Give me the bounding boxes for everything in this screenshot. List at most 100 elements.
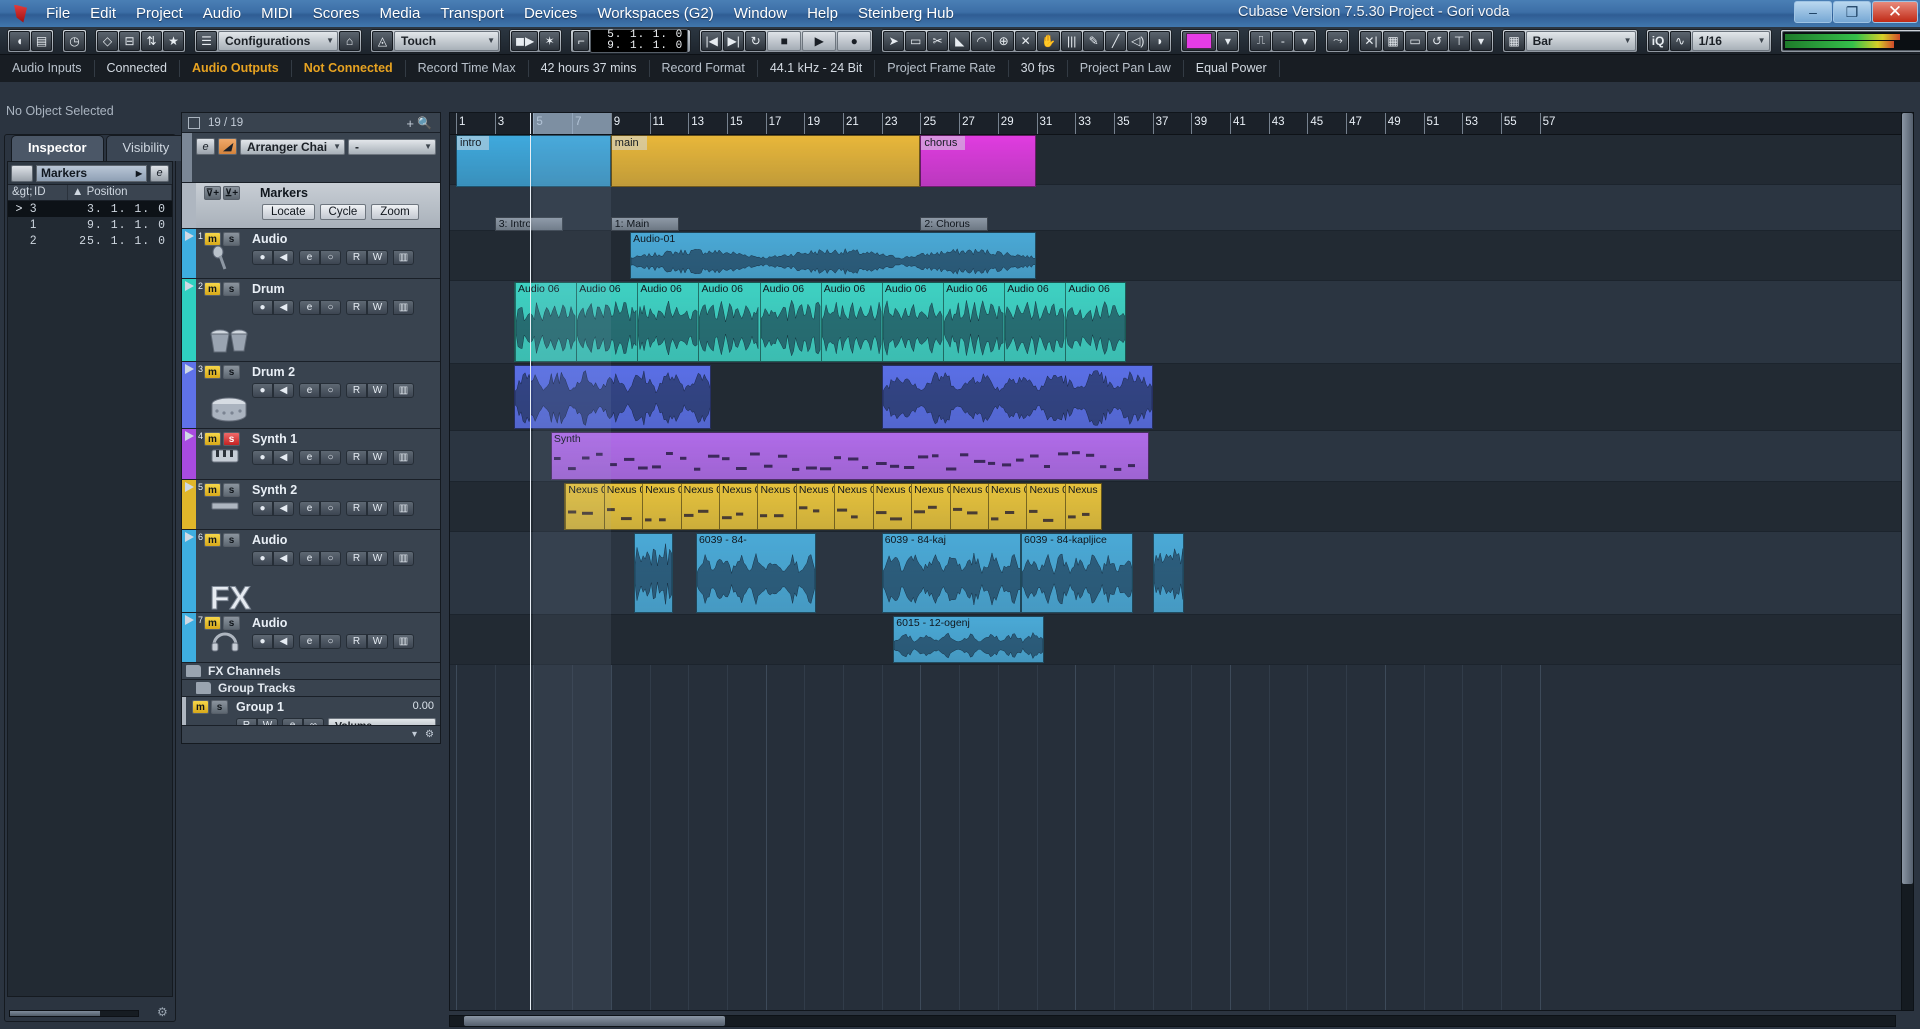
toolbar-group-locators[interactable]: ◼▶ ✶: [509, 28, 563, 53]
expand-arrow-icon[interactable]: [185, 532, 194, 542]
add-marker-icon[interactable]: ⊽+: [204, 186, 221, 200]
track-control-buttons[interactable]: ● ◀ e ○ R W ▥: [252, 450, 436, 465]
toolbar-group-constrain[interactable]: ◖ ▤: [7, 28, 54, 53]
marker-track-icons[interactable]: ⊽+ ⊻+: [204, 186, 240, 200]
minimize-button[interactable]: –: [1794, 1, 1832, 23]
marker-zoom-button[interactable]: Zoom: [371, 204, 419, 220]
lane-icon[interactable]: ▥: [393, 250, 414, 265]
mixer-icon[interactable]: ⊟: [119, 30, 140, 51]
folder-fx-channels[interactable]: FX Channels: [182, 663, 440, 680]
mute-solo-group[interactable]: ms: [204, 616, 240, 630]
skip-forward-icon[interactable]: ▶|: [723, 30, 745, 51]
autoscroll-group[interactable]: ⤳: [1325, 28, 1351, 53]
expand-arrow-icon[interactable]: [185, 281, 194, 291]
pulse-icon[interactable]: ⎍: [1250, 30, 1272, 51]
marker-row[interactable]: 2 25. 1. 1. 0: [8, 233, 172, 249]
audio-event[interactable]: [634, 533, 673, 613]
monitor-icon[interactable]: ◀: [273, 250, 294, 265]
chevron-down-icon[interactable]: ▾: [1470, 30, 1492, 51]
tool-buttons[interactable]: ➤ ▭ ✂ ◣ ◠ ⊕ ✕ ✋ ||| ✎ ╱ ◁) ◗: [881, 28, 1173, 53]
locator-icon[interactable]: ◼▶: [511, 30, 539, 51]
track-list-footer[interactable]: ▾ ⚙: [182, 725, 440, 743]
track-control-buttons[interactable]: ● ◀ e ○ R W ▥: [252, 300, 436, 315]
toolbar-group-windows[interactable]: ◇ ⊟ ⇅ ★: [95, 28, 186, 53]
menu-item-media[interactable]: Media: [369, 1, 430, 27]
read-automation-icon[interactable]: R: [346, 250, 367, 265]
monitor-icon[interactable]: ◀: [273, 551, 294, 566]
cycle-range[interactable]: [533, 113, 611, 134]
write-automation-icon[interactable]: W: [367, 250, 388, 265]
track-row-audio-6[interactable]: 6 m s Audio ● ◀ e ○ R W ▥ FX: [182, 530, 440, 617]
configurations-select[interactable]: Configurations ▼: [218, 30, 338, 51]
menu-item-audio[interactable]: Audio: [193, 1, 251, 27]
arranger-secondary-select[interactable]: - ▼: [348, 138, 436, 155]
marker-cycle-button[interactable]: Cycle: [319, 204, 367, 220]
expand-arrow-icon[interactable]: [185, 231, 194, 241]
expand-arrow-icon[interactable]: [185, 482, 194, 492]
bypass-icon[interactable]: ○: [320, 634, 341, 649]
edit-icon[interactable]: e: [299, 383, 320, 398]
menu-item-scores[interactable]: Scores: [303, 1, 370, 27]
marker-track[interactable]: ⊽+ ⊻+ Markers Locate Cycle Zoom: [182, 183, 440, 229]
autoscroll-icon[interactable]: ⤳: [1327, 30, 1349, 51]
comb-tool-icon[interactable]: |||: [1061, 30, 1083, 51]
record-enable-icon[interactable]: ●: [252, 300, 273, 315]
audio-event[interactable]: [1152, 533, 1184, 613]
read-automation-icon[interactable]: R: [346, 501, 367, 516]
edit-icon[interactable]: e: [299, 450, 320, 465]
toolbar-group-automation[interactable]: ◬ Touch ▼: [370, 28, 501, 53]
bypass-icon[interactable]: ○: [320, 450, 341, 465]
track-row-drum-2[interactable]: 2 m s Drum ● ◀ e ○ R W ▥: [182, 279, 440, 362]
grid-type-icon[interactable]: ▦: [1503, 30, 1525, 51]
track-color-strip[interactable]: [182, 279, 196, 361]
track-row-drum-2-3[interactable]: 3 m s Drum 2 ● ◀ e ○ R W ▥: [182, 362, 440, 429]
grid-icon[interactable]: ▦: [1382, 30, 1404, 51]
bypass-icon[interactable]: ○: [320, 383, 341, 398]
mute-button[interactable]: m: [204, 432, 221, 446]
track-row-audio-7[interactable]: 7 m s Audio ● ◀ e ○ R W ▥: [182, 613, 440, 663]
snap-group[interactable]: ✕| ▦ ▭ ↺ ⊤ ▾: [1358, 28, 1494, 53]
home-icon[interactable]: ⌂: [339, 30, 360, 51]
stop-button[interactable]: ■: [767, 30, 802, 51]
add-track-button[interactable]: +: [406, 116, 414, 131]
marker-selector-row[interactable]: Markers ▶ e: [8, 162, 172, 184]
menu-item-edit[interactable]: Edit: [80, 1, 126, 27]
add-cycle-marker-icon[interactable]: ⊻+: [223, 186, 240, 200]
mute-solo-group[interactable]: ms: [204, 483, 240, 497]
menu-item-file[interactable]: File: [36, 1, 80, 27]
arranger-block-main[interactable]: main: [610, 135, 921, 187]
menu-item-window[interactable]: Window: [724, 1, 797, 27]
write-automation-icon[interactable]: W: [367, 551, 388, 566]
color-swatch[interactable]: [1182, 30, 1217, 51]
audio-event[interactable]: 6015 - 12-ogenj: [893, 616, 1045, 663]
skip-back-icon[interactable]: |◀: [701, 30, 723, 51]
folder-group-tracks[interactable]: Group Tracks: [182, 680, 440, 697]
solo-button[interactable]: s: [223, 232, 240, 246]
edit-icon[interactable]: e: [150, 164, 169, 182]
lane-icon[interactable]: ▥: [393, 300, 414, 315]
search-icon[interactable]: 🔍: [417, 116, 432, 130]
track-control-buttons[interactable]: ● ◀ e ○ R W ▥: [252, 383, 436, 398]
audio-event[interactable]: Audio-01: [630, 232, 1037, 279]
menu-item-transport[interactable]: Transport: [430, 1, 514, 27]
solo-button[interactable]: s: [223, 365, 240, 379]
group-mute-solo[interactable]: m s: [192, 700, 228, 714]
mute-solo-group[interactable]: ms: [204, 232, 240, 246]
solo-button[interactable]: s: [211, 700, 228, 714]
lane-icon[interactable]: ▥: [393, 383, 414, 398]
write-automation-icon[interactable]: W: [367, 383, 388, 398]
event-canvas[interactable]: intro main chorus 3: Intro 1: Main 2: Chorus A…: [450, 135, 1913, 1010]
automation-icon[interactable]: ◬: [372, 30, 393, 51]
quantize-icon[interactable]: ▭: [1404, 30, 1426, 51]
restore-button[interactable]: ❐: [1833, 1, 1871, 23]
iq-label[interactable]: iQ: [1647, 30, 1669, 51]
mute-button[interactable]: m: [204, 232, 221, 246]
color-selector[interactable]: ▾: [1180, 28, 1241, 53]
quantize-select[interactable]: 1/16 ▼: [1691, 30, 1770, 51]
mute-button[interactable]: m: [204, 616, 221, 630]
track-color-strip[interactable]: [182, 530, 196, 612]
edit-icon[interactable]: e: [299, 634, 320, 649]
tab-inspector[interactable]: Inspector: [11, 135, 104, 161]
zoom-tool-icon[interactable]: ⊕: [993, 30, 1015, 51]
chevron-down-icon[interactable]: ▾: [412, 729, 417, 740]
